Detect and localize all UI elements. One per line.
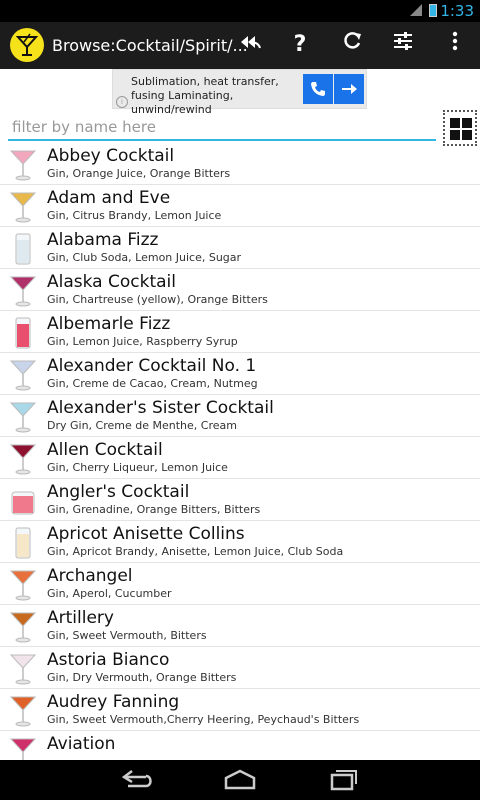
list-item[interactable]: Alabama Fizz Gin, Club Soda, Lemon Juice,… [0, 227, 480, 269]
cocktail-name: Albemarle Fizz [47, 314, 171, 334]
cocktail-name: Allen Cocktail [47, 440, 163, 460]
list-item[interactable]: Artillery Gin, Sweet Vermouth, Bitters [0, 605, 480, 647]
ad-arrow-button[interactable] [334, 74, 364, 104]
list-item[interactable]: Audrey Fanning Gin, Sweet Vermouth,Cherry… [0, 689, 480, 731]
cocktail-glass-icon [9, 570, 37, 601]
cocktail-ingredients: Gin, Sweet Vermouth,Cherry Heering, Peyc… [47, 713, 360, 726]
cocktail-ingredients: Gin, Grenadine, Orange Bitters, Bitters [47, 503, 261, 516]
settings-sliders-icon[interactable] [388, 30, 418, 60]
cocktail-name: Alaska Cocktail [47, 272, 176, 292]
cocktail-glass-icon [9, 150, 37, 181]
cocktail-name: Angler's Cocktail [47, 482, 190, 502]
filter-input[interactable] [8, 115, 436, 141]
cocktail-name: Aviation [47, 734, 116, 754]
status-bar: 1:33 [0, 0, 480, 22]
list-item[interactable]: Alexander's Sister Cocktail Dry Gin, Crem… [0, 395, 480, 437]
refresh-icon[interactable] [337, 30, 367, 60]
cocktail-list: Abbey Cocktail Gin, Orange Juice, Orange … [0, 143, 480, 760]
cocktail-glass-icon [9, 192, 37, 223]
cocktail-ingredients: Gin, Sweet Vermouth, Bitters [47, 629, 207, 642]
main-content: Sublimation, heat transfer, fusing Lamin… [0, 69, 480, 760]
battery-icon [429, 4, 437, 17]
cocktail-glass-icon [9, 360, 37, 391]
list-item[interactable]: Albemarle Fizz Gin, Lemon Juice, Raspberr… [0, 311, 480, 353]
cocktail-glass-icon [9, 696, 37, 727]
cocktail-glass-icon [15, 527, 31, 559]
signal-icon [410, 4, 422, 16]
cocktail-name: Apricot Anisette Collins [47, 524, 245, 544]
home-nav-icon[interactable] [220, 768, 260, 792]
cocktail-name: Archangel [47, 566, 133, 586]
list-item[interactable]: Alexander Cocktail No. 1 Gin, Creme de Ca… [0, 353, 480, 395]
cocktail-ingredients: Gin, Creme de Cacao, Cream, Nutmeg [47, 377, 258, 390]
cocktail-name: Abbey Cocktail [47, 146, 175, 166]
cocktail-ingredients: Gin, Dry Vermouth, Orange Bitters [47, 671, 237, 684]
ad-phone-button[interactable] [303, 74, 333, 104]
cocktail-glass-icon [11, 491, 35, 515]
cocktail-ingredients: Gin, Citrus Brandy, Lemon Juice [47, 209, 222, 222]
cocktail-name: Alexander Cocktail No. 1 [47, 356, 257, 376]
help-icon[interactable]: ? [285, 30, 315, 60]
cocktail-glass-icon [9, 276, 37, 307]
list-item[interactable]: Aviation [0, 731, 480, 760]
cocktail-ingredients: Gin, Aperol, Cucumber [47, 587, 172, 600]
cocktail-name: Alabama Fizz [47, 230, 159, 250]
cocktail-ingredients: Gin, Club Soda, Lemon Juice, Sugar [47, 251, 242, 264]
ad-info-icon[interactable]: i [116, 96, 128, 108]
list-item[interactable]: Alaska Cocktail Gin, Chartreuse (yellow),… [0, 269, 480, 311]
cocktail-ingredients: Gin, Cherry Liqueur, Lemon Juice [47, 461, 228, 474]
list-item[interactable]: Astoria Bianco Gin, Dry Vermouth, Orange … [0, 647, 480, 689]
list-item[interactable]: Adam and Eve Gin, Citrus Brandy, Lemon Ju… [0, 185, 480, 227]
list-item[interactable]: Archangel Gin, Aperol, Cucumber [0, 563, 480, 605]
cocktail-ingredients: Gin, Chartreuse (yellow), Orange Bitters [47, 293, 268, 306]
cocktail-glass-icon [9, 612, 37, 643]
cocktail-ingredients: Gin, Apricot Brandy, Anisette, Lemon Jui… [47, 545, 344, 558]
cocktail-name: Astoria Bianco [47, 650, 170, 670]
list-item[interactable]: Abbey Cocktail Gin, Orange Juice, Orange … [0, 143, 480, 185]
list-item[interactable]: Angler's Cocktail Gin, Grenadine, Orange … [0, 479, 480, 521]
cocktail-ingredients: Gin, Lemon Juice, Raspberry Syrup [47, 335, 238, 348]
overflow-menu-icon[interactable] [440, 30, 470, 60]
page-title: Browse:Cocktail/Spirit/... [52, 36, 248, 55]
status-time: 1:33 [440, 2, 474, 20]
cocktail-glass-icon [9, 444, 37, 475]
cocktail-name: Adam and Eve [47, 188, 171, 208]
cocktail-glass-icon [15, 233, 31, 265]
grid-view-icon [450, 118, 460, 128]
cocktail-glass-icon [9, 654, 37, 685]
ad-text: Sublimation, heat transfer, fusing Lamin… [131, 75, 279, 116]
app-logo-icon[interactable] [10, 28, 44, 62]
ad-banner[interactable]: Sublimation, heat transfer, fusing Lamin… [112, 69, 367, 116]
action-bar: Browse:Cocktail/Spirit/... ? [0, 22, 480, 69]
cocktail-name: Alexander's Sister Cocktail [47, 398, 274, 418]
navigation-bar [0, 760, 480, 800]
cocktail-ingredients: Gin, Orange Juice, Orange Bitters [47, 167, 231, 180]
cocktail-glass-icon [9, 738, 37, 760]
recent-apps-nav-icon[interactable] [322, 768, 362, 792]
list-item[interactable]: Allen Cocktail Gin, Cherry Liqueur, Lemon… [0, 437, 480, 479]
back-arrows-icon[interactable] [235, 30, 265, 60]
cocktail-name: Artillery [47, 608, 114, 628]
back-nav-icon[interactable] [118, 768, 158, 792]
cocktail-glass-icon [15, 317, 31, 349]
list-item[interactable]: Apricot Anisette Collins Gin, Apricot Bra… [0, 521, 480, 563]
grid-view-button[interactable] [443, 110, 477, 146]
cocktail-glass-icon [9, 402, 37, 433]
cocktail-ingredients: Dry Gin, Creme de Menthe, Cream [47, 419, 237, 432]
cocktail-name: Audrey Fanning [47, 692, 180, 712]
